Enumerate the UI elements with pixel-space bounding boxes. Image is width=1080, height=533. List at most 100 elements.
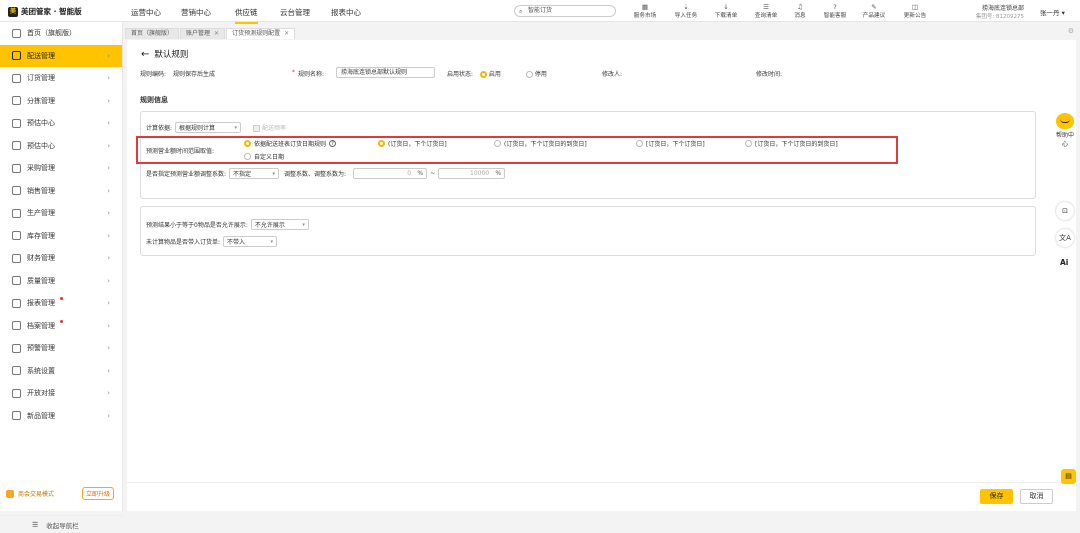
- chevron-right-icon: ›: [107, 141, 110, 150]
- footer-bar: 保存 取消: [127, 482, 1076, 511]
- sidebar-item-17[interactable]: 新品管理 ›: [0, 405, 122, 428]
- page-title: 默认规则: [154, 50, 189, 60]
- top-bar: 美 美团管家 · 智能版 运营中心 营销中心 供应链 云台管理 报表中心 ⌕ 智…: [0, 0, 1080, 24]
- topnav-supply-chain[interactable]: 供应链: [235, 7, 258, 24]
- uncalc-label: 未计算物品是否带入订货单:: [146, 239, 221, 246]
- translate-icon[interactable]: 文A: [1056, 229, 1074, 247]
- sidebar-item-7[interactable]: 销售管理 ›: [0, 180, 122, 203]
- toolbar-import-tasks[interactable]: ⇣ 导入任务: [668, 3, 704, 19]
- sidebar-item-15[interactable]: 系统设置 ›: [0, 360, 122, 383]
- collapse-icon: ☰: [32, 520, 39, 529]
- store-icon: ▦: [641, 3, 649, 11]
- tab-forecast-rule[interactable]: 订货预测规则配置 ✕: [226, 28, 296, 39]
- main-content: ← 默认规则 规则编码: 规则保存后生成 * 规则名称: 捞海底连锁总部默认规则…: [127, 40, 1076, 482]
- bookmark-icon[interactable]: ⊡: [1056, 202, 1074, 220]
- radio-unchecked-icon: [526, 71, 533, 78]
- monitor-icon: [12, 141, 21, 151]
- rule-name-label: 规则名称:: [298, 71, 325, 78]
- upgrade-button[interactable]: 立即升级: [81, 487, 114, 500]
- uncalc-select[interactable]: 不带入 ▾: [223, 236, 278, 247]
- section-title: 规则信息: [140, 96, 168, 104]
- toolbar-label: 服务市场: [633, 13, 657, 19]
- highlight-box: [136, 136, 898, 164]
- sidebar-item-16[interactable]: 开放对接 ›: [0, 382, 122, 405]
- sidebar-item-6[interactable]: 采购管理 ›: [0, 157, 122, 180]
- topnav-reports[interactable]: 报表中心: [331, 7, 361, 18]
- chevron-right-icon: ›: [107, 276, 110, 285]
- sidebar-item-label: 报表管理: [27, 299, 55, 308]
- sidebar-item-13[interactable]: 档案管理 ›: [0, 315, 122, 338]
- help-center-button[interactable]: 帮助中心: [1054, 113, 1076, 151]
- coef-row: 是否指定预测营业额调整系数: 不指定 ▾ 调整系数、调整系数为: 0% ~ 100…: [146, 168, 506, 179]
- radio-checked-icon: [480, 71, 487, 78]
- sidebar-item-10[interactable]: 财务管理 ›: [0, 247, 122, 270]
- sidebar-item-11[interactable]: 质量管理 ›: [0, 270, 122, 293]
- sidebar-item-label: 开放对接: [27, 389, 55, 398]
- save-button[interactable]: 保存: [980, 489, 1013, 504]
- sidebar-item-label: 预估中心: [27, 141, 55, 150]
- topnav-cloud[interactable]: 云台管理: [280, 7, 310, 18]
- global-search-input[interactable]: ⌕ 智能订货: [514, 5, 616, 17]
- toolbar-announcements[interactable]: ◫ 更新公告: [897, 3, 933, 19]
- sidebar-item-0[interactable]: 首页（旗舰版）: [0, 22, 122, 45]
- status-label: 启用状态:: [447, 71, 474, 78]
- chevron-right-icon: ›: [107, 51, 110, 60]
- production-icon: [12, 208, 21, 218]
- status-enabled-label: 启用: [488, 71, 501, 78]
- back-header[interactable]: ← 默认规则: [141, 48, 189, 61]
- calc-basis-select[interactable]: 根据规则计算 ▾: [175, 122, 242, 133]
- zero-result-select[interactable]: 不允许展示 ▾: [250, 219, 309, 230]
- delivery-icon: [12, 51, 21, 61]
- topnav-marketing[interactable]: 营销中心: [181, 7, 211, 18]
- toolbar-product-suggestion[interactable]: ✎ 产品建议: [856, 3, 892, 19]
- toolbar-download-list[interactable]: ↓ 下载清单: [708, 3, 744, 19]
- sidebar-item-2[interactable]: 订货管理 ›: [0, 67, 122, 90]
- sidebar-item-12[interactable]: 报表管理 ›: [0, 292, 122, 315]
- delivery-frequency-checkbox[interactable]: 配送频率: [253, 123, 286, 132]
- tab-settings-icon[interactable]: ⚙: [1068, 27, 1074, 35]
- sidebar-item-label: 质量管理: [27, 276, 55, 285]
- sidebar-item-label: 库存管理: [27, 231, 55, 240]
- sidebar-item-4[interactable]: 预估中心 ›: [0, 112, 122, 135]
- status-disabled-radio[interactable]: 停用: [526, 69, 547, 78]
- toolbar-messages[interactable]: ♫ 消息: [783, 3, 817, 19]
- link-icon: [12, 388, 21, 398]
- toolbar-query-list[interactable]: ☰ 查询清单: [748, 3, 784, 19]
- status-enabled-radio[interactable]: 启用: [480, 69, 501, 78]
- toolbar-label: 查询清单: [754, 13, 778, 19]
- collapse-sidebar-button[interactable]: ☰ 收起导航栏: [0, 515, 123, 533]
- tab-account[interactable]: 账户管理 ✕: [180, 28, 226, 39]
- purchase-icon: [12, 163, 21, 173]
- coef-min-input[interactable]: 0%: [353, 168, 428, 179]
- ai-assistant-button[interactable]: Ai: [1060, 258, 1068, 267]
- sidebar-item-5[interactable]: 预估中心 ›: [0, 135, 122, 158]
- sidebar-item-1[interactable]: 配送管理 ›: [0, 44, 122, 67]
- close-icon[interactable]: ✕: [214, 29, 219, 39]
- back-arrow-icon[interactable]: ←: [141, 49, 149, 60]
- toolbar-label: 更新公告: [903, 13, 927, 19]
- toolbar-service-market[interactable]: ▦ 服务市场: [627, 3, 663, 19]
- checkbox-label: 配送频率: [261, 125, 286, 132]
- warehouse-icon: [12, 231, 21, 241]
- toolbar-label: 智能客服: [823, 13, 847, 19]
- sidebar-item-3[interactable]: 分拣管理 ›: [0, 90, 122, 113]
- topnav-operations[interactable]: 运营中心: [131, 7, 161, 18]
- tab-home[interactable]: 首页（旗舰版）: [125, 28, 180, 39]
- chevron-right-icon: ›: [107, 74, 110, 83]
- chat-icon[interactable]: ▤: [1061, 469, 1076, 484]
- sidebar-item-9[interactable]: 库存管理 ›: [0, 225, 122, 248]
- percent-unit: %: [495, 170, 502, 177]
- sidebar-item-14[interactable]: 预警管理 ›: [0, 337, 122, 360]
- brand-logo[interactable]: 美 美团管家 · 智能版: [8, 6, 82, 17]
- coef-select[interactable]: 不指定 ▾: [229, 168, 280, 179]
- toolbar-smart-service[interactable]: ? 智能客服: [817, 3, 853, 19]
- user-menu[interactable]: 张一丹 ▾: [1040, 7, 1065, 17]
- coef-max-input[interactable]: 10000%: [438, 168, 506, 179]
- rule-name-input[interactable]: 捞海底连锁总部默认规则: [336, 67, 435, 78]
- shop-info[interactable]: 捞海底连锁总部 集团号: 81209275: [952, 3, 1024, 20]
- cancel-button[interactable]: 取消: [1020, 489, 1053, 504]
- sidebar-item-8[interactable]: 生产管理 ›: [0, 202, 122, 225]
- close-icon[interactable]: ✕: [284, 29, 289, 39]
- rule-meta-row: 规则编码: 规则保存后生成 * 规则名称: 捞海底连锁总部默认规则 启用状态: …: [140, 67, 1050, 79]
- announcement-icon: ◫: [911, 3, 919, 11]
